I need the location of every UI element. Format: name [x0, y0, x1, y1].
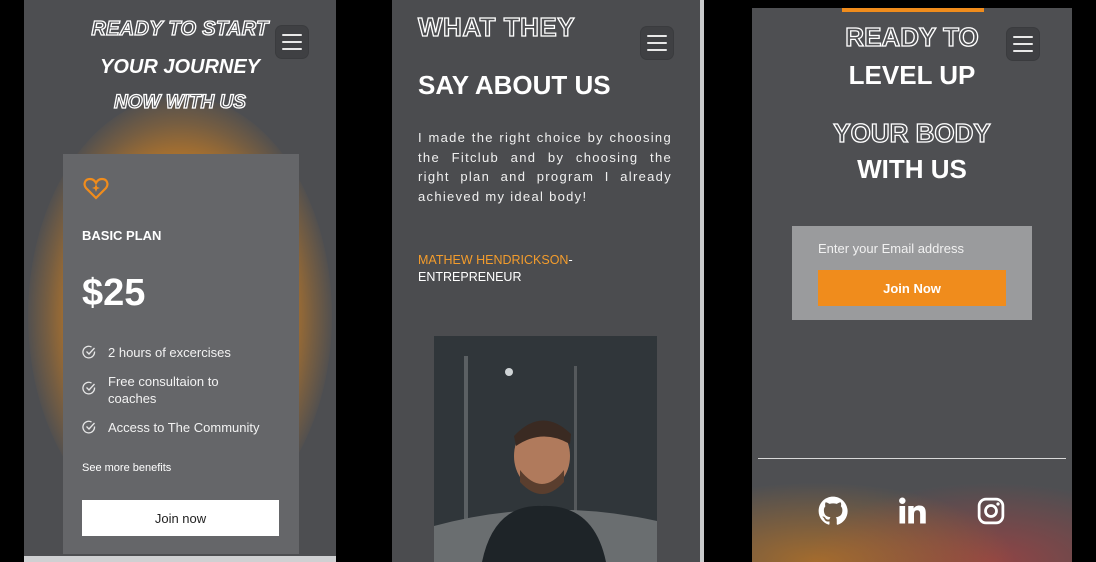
join-now-button[interactable]: Join Now — [818, 270, 1006, 306]
testimonial-photo — [434, 336, 657, 562]
testimonial-heading-outline: WHAT THEY — [417, 11, 576, 42]
join-now-button[interactable]: Join now — [82, 500, 279, 536]
plan-card: BASIC PLAN $25 2 hours of excercises Fre… — [63, 154, 299, 554]
instagram-icon[interactable] — [976, 496, 1006, 526]
join-heading-line-4: WITH US — [857, 154, 967, 184]
pricing-panel: READY TO START YOUR JOURNEY NOW WITH US … — [24, 0, 336, 562]
hamburger-menu-button[interactable] — [1007, 28, 1039, 60]
email-form: Join Now — [792, 226, 1032, 320]
join-heading-line-2: LEVEL UP — [848, 60, 976, 90]
linkedin-icon[interactable] — [897, 496, 927, 526]
author-role: ENTREPRENEUR — [418, 270, 522, 284]
plan-name: BASIC PLAN — [82, 228, 162, 243]
hamburger-menu-button[interactable] — [276, 26, 308, 58]
feature-item: Access to The Community — [82, 419, 282, 436]
heading-line-2: YOUR JOURNEY — [99, 56, 261, 78]
scrollbar-track — [24, 556, 336, 562]
see-more-benefits-link[interactable]: See more benefits — [82, 462, 171, 474]
github-icon[interactable] — [818, 496, 848, 526]
feature-text: Access to The Community — [108, 420, 260, 435]
testimonial-panel: WHAT THEY SAY ABOUT US I made the right … — [392, 0, 704, 562]
author-name: MATHEW HENDRICKSON — [418, 253, 569, 267]
scrollbar[interactable] — [700, 0, 704, 562]
author-separator: - — [568, 253, 573, 267]
hamburger-menu-button[interactable] — [641, 27, 673, 59]
heading-line-3: NOW WITH US — [113, 91, 246, 113]
feature-item: Free consultaion to coaches — [82, 373, 282, 407]
join-heading-line-3: YOUR BODY — [833, 117, 992, 148]
testimonial-heading: SAY ABOUT US — [418, 70, 611, 100]
footer-divider — [758, 458, 1066, 459]
feature-text: 2 hours of excercises — [108, 345, 231, 360]
feature-text: Free consultaion to coaches — [108, 374, 219, 406]
plan-price: $25 — [82, 272, 146, 314]
check-circle-icon — [82, 420, 96, 434]
feature-item: 2 hours of excercises — [82, 344, 282, 361]
check-circle-icon — [82, 345, 96, 359]
email-input[interactable] — [818, 234, 1008, 262]
join-panel: READY TO LEVEL UP YOUR BODY WITH US Join… — [752, 8, 1072, 562]
accent-bar — [842, 8, 984, 12]
testimonial-quote: I made the right choice by choosing the … — [418, 130, 672, 205]
heart-icon — [83, 177, 109, 200]
check-circle-icon — [82, 381, 96, 395]
testimonial-author: MATHEW HENDRICKSON- ENTREPRENEUR — [418, 252, 573, 286]
